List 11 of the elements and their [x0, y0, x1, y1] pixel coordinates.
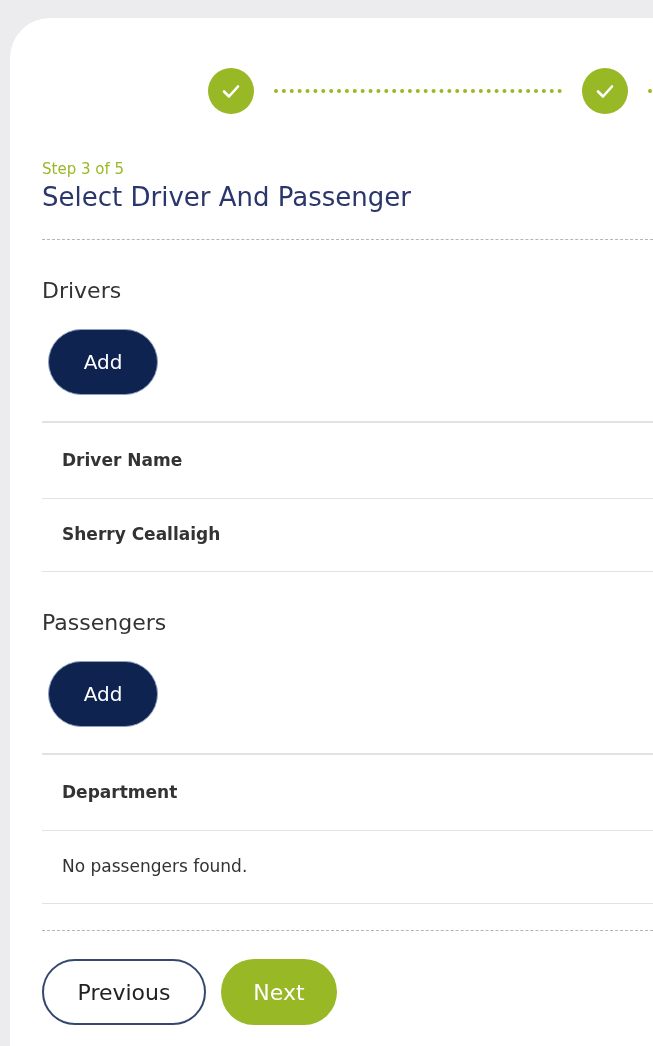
- empty-message: No passengers found.: [42, 831, 653, 904]
- section-heading: Passengers: [42, 609, 168, 637]
- add-button[interactable]: Add: [48, 329, 158, 395]
- page-title: Select Driver And Passenger: [42, 180, 412, 213]
- table-cell: Sherry Ceallaigh: [42, 499, 653, 572]
- add-button[interactable]: Add: [48, 661, 158, 727]
- column-header: Department: [42, 755, 653, 831]
- column-header: Driver Name: [42, 423, 653, 499]
- section-heading: Drivers: [42, 277, 123, 305]
- previous-button[interactable]: Previous: [42, 959, 206, 1025]
- step-label: Step 3 of 5: [42, 159, 125, 180]
